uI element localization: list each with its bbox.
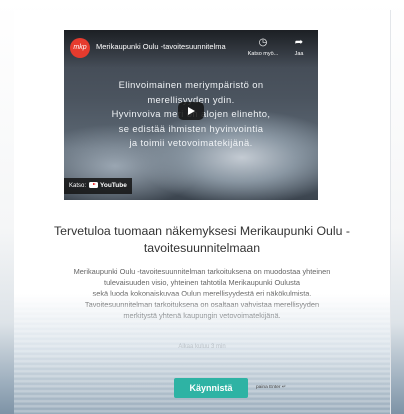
overlay-line: Elinvoimainen meriympäristö on	[118, 79, 264, 90]
watch-on-label: Katso:	[69, 183, 87, 189]
enter-hint: paina Enter ↵	[256, 385, 286, 390]
share-label: Jaa	[294, 51, 304, 57]
description-line: sekä luoda kokonaiskuvaa Oulun merellisy…	[92, 289, 312, 298]
video-title[interactable]: Merikaupunki Oulu -tavoitesuunnitelma	[96, 42, 226, 51]
description-line: merkitystä yhtenä kaupungin vetovoimatek…	[123, 311, 281, 320]
description-line: Tavoitesuunnitelman tarkoituksena on osa…	[84, 300, 320, 309]
survey-description: Merikaupunki Oulu -tavoitesuunnitelman t…	[14, 266, 390, 321]
watch-later-label: Katso myö...	[247, 51, 279, 57]
time-estimate: Aikaa kuluu 3 min	[178, 344, 226, 350]
share-arrow-icon: ➦	[294, 37, 304, 48]
start-button[interactable]: Käynnistä	[174, 378, 248, 398]
youtube-logo-text: YouTube	[100, 182, 127, 189]
welcome-heading: Tervetuloa tuomaan näkemyksesi Merikaupu…	[24, 223, 380, 257]
overlay-line: se edistää ihmisten hyvinvointia	[118, 122, 264, 134]
welcome-line: tavoitesuunnitelmaan	[143, 241, 261, 255]
watch-later-button[interactable]: ◷ Katso myö...	[246, 37, 280, 57]
clock-icon: ◷	[258, 37, 268, 48]
youtube-video-player[interactable]: mkp Merikaupunki Oulu -tavoitesuunnitelm…	[64, 30, 318, 200]
share-button[interactable]: ➦ Jaa	[282, 37, 316, 57]
overlay-line: ja toimii vetovoimatekijänä.	[129, 137, 253, 148]
youtube-logo-icon	[89, 181, 99, 188]
play-button-icon[interactable]	[178, 102, 204, 120]
survey-card: mkp Merikaupunki Oulu -tavoitesuunnitelm…	[14, 10, 391, 414]
channel-logo[interactable]: mkp	[70, 38, 90, 58]
description-line: tulevaisuuden visio, yhteinen tahtotila …	[104, 278, 300, 287]
watch-on-youtube-button[interactable]: Katso: YouTube	[64, 178, 132, 194]
description-line: Merikaupunki Oulu -tavoitesuunnitelman t…	[73, 267, 331, 276]
welcome-line: Tervetuloa tuomaan näkemyksesi Merikaupu…	[54, 224, 350, 238]
